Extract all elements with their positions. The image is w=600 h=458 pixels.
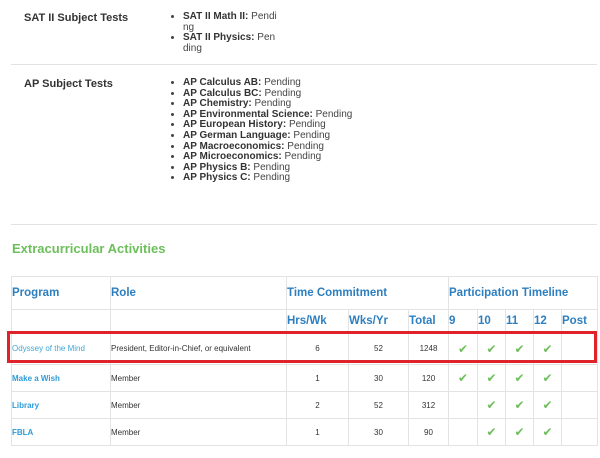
test-name: AP Macroeconomics: — [183, 140, 285, 152]
student-profile-page: SAT II Subject Tests SAT II Math II: Pen… — [0, 0, 600, 458]
grade-11-cell: ✔ — [505, 364, 534, 392]
grade-10-cell: ✔ — [477, 364, 506, 392]
test-name: AP Chemistry: — [183, 98, 252, 110]
program-header: Program — [11, 276, 111, 310]
check-icon: ✔ — [514, 425, 525, 439]
time-commitment-header: Time Commitment — [286, 276, 449, 310]
extracurricular-title: Extracurricular Activities — [12, 241, 166, 256]
grade-11-cell: ✔ — [505, 391, 534, 419]
test-status: Pending — [264, 77, 301, 88]
participation-timeline-header: Participation Timeline — [447, 276, 599, 310]
table-row: Library Member 2 52 312 ✔ ✔ ✔ — [11, 391, 599, 419]
check-icon: ✔ — [514, 371, 525, 385]
post-cell — [560, 391, 599, 419]
wks-yr-cell: 30 — [348, 364, 409, 392]
total-cell: 312 — [408, 391, 449, 419]
grade-12-cell: ✔ — [533, 391, 562, 419]
empty-header-cell — [11, 309, 111, 333]
table-header-row: Program Role Time Commitment Participati… — [11, 276, 599, 310]
sat-subject-tests-row: SAT II Subject Tests SAT II Math II: Pen… — [11, 11, 597, 62]
role-cell: Member — [110, 391, 287, 419]
table-row: Make a Wish Member 1 30 120 ✔ ✔ ✔ ✔ — [11, 364, 599, 392]
role-cell: Member — [110, 418, 287, 446]
check-icon: ✔ — [486, 425, 497, 439]
check-icon: ✔ — [542, 398, 553, 412]
program-link[interactable]: Make a Wish — [11, 364, 111, 392]
total-cell: 120 — [408, 364, 449, 392]
grade-12-cell: ✔ — [533, 364, 562, 392]
sat-test-item: SAT II Physics: Pending — [183, 32, 277, 54]
wks-yr-cell: 52 — [348, 391, 409, 419]
test-name: AP Calculus BC: — [183, 87, 262, 99]
test-status: Pending — [287, 140, 324, 152]
test-status: Pending — [253, 161, 291, 173]
post-cell — [560, 418, 599, 446]
divider — [11, 224, 597, 225]
test-status: Pending — [264, 87, 302, 99]
post-cell — [560, 364, 599, 392]
grade-9-cell: ✔ — [448, 364, 478, 392]
divider — [11, 64, 597, 65]
sat-subject-tests-label: SAT II Subject Tests — [24, 12, 129, 24]
ap-subject-tests-label: AP Subject Tests — [24, 78, 113, 90]
grade-9-header: 9 — [448, 309, 478, 333]
table-row: FBLA Member 1 30 90 ✔ ✔ ✔ — [11, 418, 599, 446]
test-status: Pending — [288, 119, 326, 131]
test-status: Pending — [293, 129, 331, 141]
grade-11-header: 11 — [505, 309, 534, 333]
program-link[interactable]: FBLA — [11, 418, 111, 446]
test-name: SAT II Math II: — [183, 11, 249, 22]
test-name: SAT II Physics: — [183, 32, 255, 44]
role-cell: Member — [110, 364, 287, 392]
program-link[interactable]: Library — [11, 391, 111, 419]
grade-10-cell: ✔ — [477, 391, 506, 419]
total-header: Total — [408, 309, 449, 333]
grade-10-header: 10 — [477, 309, 506, 333]
wks-yr-cell: 30 — [348, 418, 409, 446]
test-status: Pending — [253, 172, 291, 184]
post-header: Post — [560, 309, 599, 333]
highlight-box — [7, 331, 597, 363]
sat-subject-tests-list: SAT II Math II: Pending SAT II Physics: … — [183, 11, 277, 54]
wks-yr-header: Wks/Yr — [348, 309, 409, 333]
check-icon: ✔ — [542, 425, 553, 439]
ap-test-item: AP Physics C: Pending — [183, 173, 352, 184]
hrs-wk-cell: 1 — [286, 364, 349, 392]
ap-subject-tests-row: AP Subject Tests AP Calculus AB: Pending… — [11, 77, 597, 208]
check-icon: ✔ — [514, 398, 525, 412]
check-icon: ✔ — [457, 371, 469, 385]
hrs-wk-cell: 2 — [286, 391, 349, 419]
test-name: AP European History: — [183, 119, 287, 131]
test-name: AP Microeconomics: — [183, 151, 282, 163]
ap-subject-tests-list: AP Calculus AB: Pending AP Calculus BC: … — [183, 77, 353, 184]
test-name: AP Environmental Science: — [183, 108, 313, 120]
grade-12-header: 12 — [533, 309, 562, 333]
grade-11-cell: ✔ — [505, 418, 534, 446]
sat-test-item: SAT II Math II: Pending — [183, 11, 277, 33]
check-icon: ✔ — [486, 398, 497, 412]
test-name: AP Calculus AB: — [183, 77, 262, 88]
check-icon: ✔ — [486, 371, 497, 385]
grade-12-cell: ✔ — [533, 418, 562, 446]
hrs-wk-cell: 1 — [286, 418, 349, 446]
test-status: Pending — [284, 151, 322, 163]
empty-header-cell — [110, 309, 287, 333]
hrs-wk-header: Hrs/Wk — [286, 309, 349, 333]
check-icon: ✔ — [542, 371, 553, 385]
test-name: AP Physics C: — [183, 172, 251, 184]
grade-10-cell: ✔ — [477, 418, 506, 446]
table-subheader-row: Hrs/Wk Wks/Yr Total 9 10 11 12 Post — [11, 309, 599, 333]
grade-9-cell — [448, 418, 478, 446]
test-name: AP Physics B: — [183, 161, 251, 173]
role-header: Role — [110, 276, 287, 310]
test-name: AP German Language: — [183, 129, 291, 141]
test-status: Pending — [315, 108, 353, 120]
total-cell: 90 — [408, 418, 449, 446]
grade-9-cell — [448, 391, 478, 419]
test-status: Pending — [254, 98, 292, 110]
